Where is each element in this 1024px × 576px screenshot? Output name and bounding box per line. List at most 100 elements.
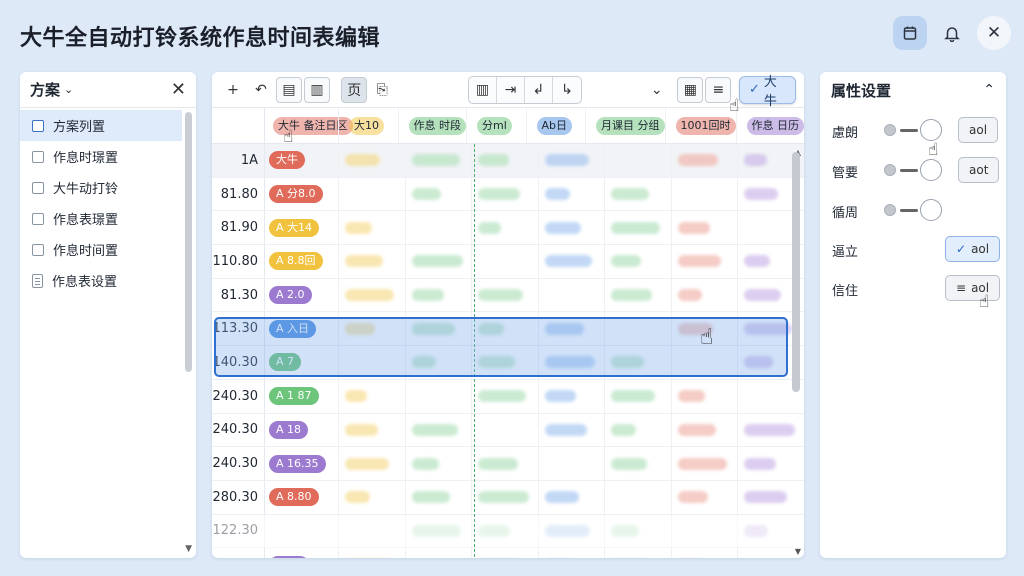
table-cell[interactable]: [670, 278, 738, 312]
wrap-right-button[interactable]: ↳: [553, 77, 581, 103]
table-cell[interactable]: [338, 278, 405, 312]
table-row[interactable]: 81.30 A 2.0: [212, 278, 804, 313]
table-cell[interactable]: [338, 211, 405, 245]
table-cell[interactable]: [604, 548, 671, 558]
confirm-button[interactable]: ✓ 大牛: [739, 75, 796, 109]
scroll-down-icon[interactable]: ▼: [795, 547, 801, 556]
table-cell[interactable]: [404, 480, 472, 514]
column-header[interactable]: 大10: [338, 108, 398, 143]
checkbox[interactable]: [32, 119, 44, 132]
tag-cell[interactable]: [264, 514, 338, 548]
filter-button[interactable]: ≡: [705, 76, 732, 103]
table-cell[interactable]: [471, 245, 538, 278]
table-row[interactable]: 81.90 A 大14: [212, 211, 804, 246]
table-cell[interactable]: [338, 177, 405, 211]
table-cell[interactable]: [670, 514, 738, 548]
scrollbar[interactable]: [185, 112, 192, 372]
table-row[interactable]: 81.80 A 分8.0: [212, 177, 804, 212]
table-cell[interactable]: [737, 514, 804, 548]
table-cell[interactable]: [338, 480, 405, 514]
table-cell[interactable]: [604, 413, 671, 447]
wrap-left-button[interactable]: ↲: [525, 76, 554, 103]
undo-button[interactable]: ↶: [248, 77, 274, 103]
save-icon-button[interactable]: ▤: [276, 76, 302, 103]
tag-cell[interactable]: A 8.8回: [264, 245, 338, 278]
table-cell[interactable]: [537, 379, 605, 413]
table-cell[interactable]: [404, 177, 472, 211]
property-value-button[interactable]: ≡ aol: [945, 275, 1001, 301]
table-cell[interactable]: [404, 278, 472, 312]
column-header[interactable]: 分ml: [466, 108, 526, 143]
scroll-down-icon[interactable]: ▼: [185, 544, 192, 554]
document-icon[interactable]: [32, 273, 43, 288]
chevron-up-icon[interactable]: ⌃: [983, 82, 995, 98]
table-cell[interactable]: [670, 177, 738, 211]
checkbox[interactable]: [32, 150, 44, 163]
table-cell[interactable]: [471, 514, 538, 548]
column-header[interactable]: 月课目 分组: [585, 108, 665, 143]
table-cell[interactable]: [604, 177, 671, 211]
table-cell[interactable]: [338, 514, 405, 548]
indent-button[interactable]: ⇥: [497, 76, 525, 103]
table-cell[interactable]: [471, 447, 538, 480]
table-cell[interactable]: [670, 447, 738, 480]
scheme-list-item[interactable]: 作息表设置: [20, 265, 182, 296]
table-cell[interactable]: [471, 278, 538, 312]
column-header[interactable]: 大牛 备注日区: [264, 108, 353, 143]
table-cell[interactable]: [404, 379, 472, 413]
table-cell[interactable]: [604, 480, 671, 514]
table-cell[interactable]: [404, 144, 472, 177]
chevron-down-icon[interactable]: ⌄: [644, 77, 670, 103]
scheme-list-item[interactable]: 作息表璟置: [20, 203, 182, 234]
tag-cell[interactable]: A 18: [264, 413, 338, 447]
column-header[interactable]: 作息 日历: [735, 108, 804, 143]
table-cell[interactable]: [537, 548, 605, 558]
table-cell[interactable]: [737, 413, 804, 447]
table-cell[interactable]: [537, 480, 605, 514]
toggle-switch[interactable]: [884, 199, 944, 221]
checkbox[interactable]: [32, 212, 44, 225]
table-cell[interactable]: [404, 211, 472, 245]
property-value-button[interactable]: ✓ aol: [945, 236, 1001, 262]
table-cell[interactable]: [471, 144, 538, 177]
table-cell[interactable]: [537, 514, 605, 548]
tag-cell[interactable]: 大牛: [264, 144, 338, 177]
add-button[interactable]: +: [220, 77, 246, 103]
chevron-down-icon[interactable]: ⌄: [64, 83, 73, 96]
table-cell[interactable]: [404, 514, 472, 548]
close-icon[interactable]: ✕: [171, 79, 186, 100]
column-header[interactable]: Ab日: [525, 108, 586, 143]
scrollbar[interactable]: [792, 152, 800, 392]
table-row[interactable]: 240.30 A 18: [212, 413, 804, 448]
table-row[interactable]: 110.80 A 8.8回: [212, 245, 804, 279]
table-cell[interactable]: [604, 278, 671, 312]
table-cell[interactable]: [604, 245, 671, 278]
grid-view-button[interactable]: ▦: [677, 76, 704, 103]
table-cell[interactable]: [737, 480, 804, 514]
tag-cell[interactable]: A 8.80: [264, 480, 338, 514]
table-cell[interactable]: [471, 548, 538, 558]
table-cell[interactable]: [338, 548, 405, 558]
table-cell[interactable]: [338, 413, 405, 447]
table-cell[interactable]: [670, 480, 738, 514]
table-cell[interactable]: [404, 548, 472, 558]
toggle-switch[interactable]: [884, 119, 944, 141]
calendar-button[interactable]: [893, 16, 927, 50]
table-cell[interactable]: [404, 413, 472, 447]
table-cell[interactable]: [670, 379, 738, 413]
scheme-list-item[interactable]: 方案列置: [20, 110, 182, 141]
table-cell[interactable]: [537, 144, 605, 177]
table-cell[interactable]: [537, 278, 605, 312]
table-cell[interactable]: [537, 413, 605, 447]
tag-cell[interactable]: A 16.35: [264, 447, 338, 480]
table-cell[interactable]: [338, 144, 405, 177]
tag-cell[interactable]: A 大14: [264, 211, 338, 245]
table-row[interactable]: 1A 大牛: [212, 144, 804, 178]
table-cell[interactable]: [404, 245, 472, 278]
table-cell[interactable]: [537, 211, 605, 245]
table-cell[interactable]: [670, 548, 738, 558]
tag-cell[interactable]: A 1 87: [264, 379, 338, 413]
table-cell[interactable]: [604, 144, 671, 177]
property-value-button[interactable]: aol: [958, 117, 999, 143]
table-cell[interactable]: [537, 245, 605, 278]
